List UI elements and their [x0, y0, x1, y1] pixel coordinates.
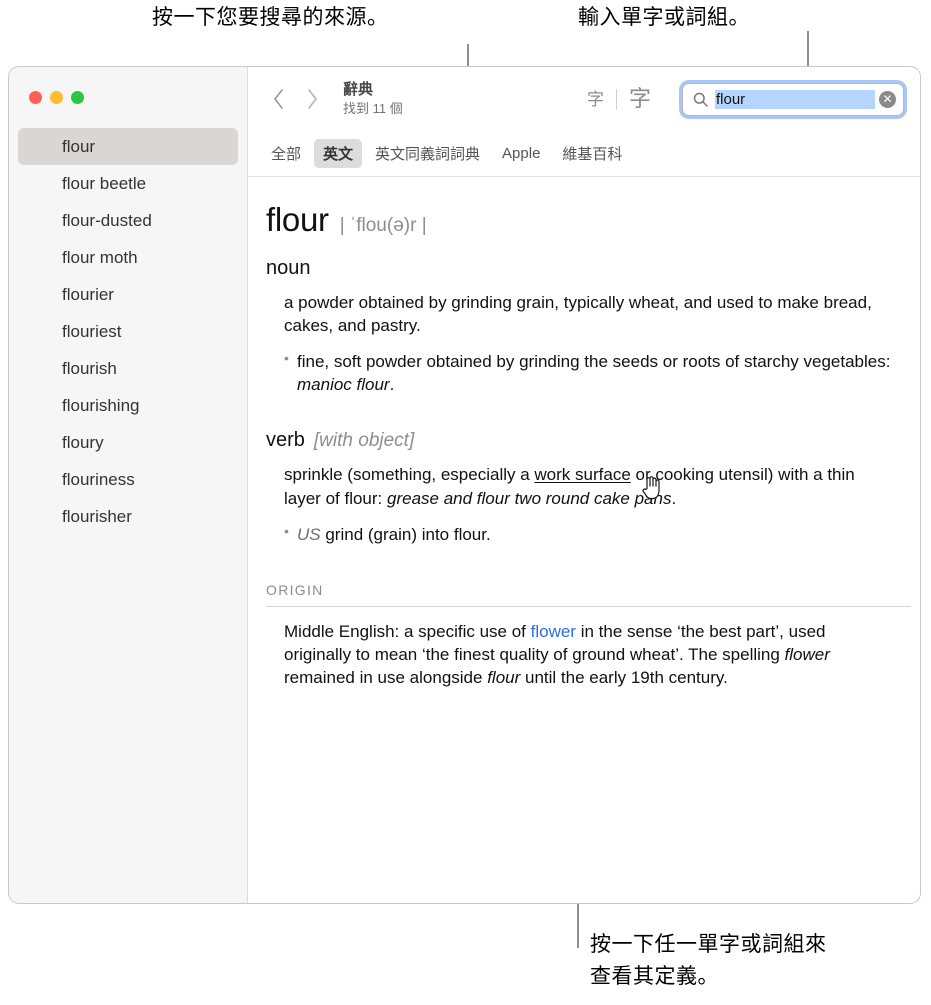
- sidebar-item-label: flourishing: [62, 395, 140, 415]
- sidebar-item-flourier[interactable]: flourier: [18, 276, 238, 313]
- decrease-font-size-button[interactable]: 字: [575, 91, 616, 108]
- callout-source-tabs-text: 按一下您要搜尋的來源。: [152, 6, 389, 29]
- origin-part3: remained in use alongside: [284, 667, 488, 687]
- origin-part4: until the early 19th century.: [520, 667, 728, 687]
- search-input[interactable]: flour: [715, 89, 875, 109]
- results-list: flour flour beetle flour-dusted flour mo…: [9, 128, 247, 535]
- entry-content: flour | ˈflou(ə)r | noun a powder obtain…: [248, 177, 920, 903]
- verb-subsense-region: US: [297, 524, 321, 544]
- callout-click-word-text: 按一下任一單字或詞組來 查看其定義。: [590, 933, 827, 988]
- search-field[interactable]: flour ✕: [682, 82, 904, 116]
- part-of-speech-noun-row: noun: [266, 257, 896, 280]
- navigation-arrows: [270, 86, 321, 112]
- origin-label: ORIGIN: [266, 581, 324, 598]
- search-icon: [693, 92, 708, 107]
- sidebar-item-label: flour moth: [62, 247, 138, 267]
- forward-button[interactable]: [304, 86, 321, 112]
- screenshot-root: 按一下您要搜尋的來源。 輸入單字或詞組。 按一下任一單字或詞組來 查看其定義。 …: [0, 0, 931, 1005]
- sidebar-item-flour-moth[interactable]: flour moth: [18, 239, 238, 276]
- toolbar: 辭典 找到 11 個 字 字 flour ✕: [248, 67, 920, 131]
- result-count: 找到 11 個: [343, 101, 403, 117]
- sidebar-item-floury[interactable]: floury: [18, 424, 238, 461]
- minimize-window-button[interactable]: [50, 91, 63, 104]
- results-sidebar: flour flour beetle flour-dusted flour mo…: [9, 67, 248, 903]
- phonetic-transcription: | ˈflou(ə)r |: [339, 215, 427, 236]
- noun-subsense-1[interactable]: fine, soft powder obtained by grinding t…: [284, 349, 896, 396]
- main-pane: 辭典 找到 11 個 字 字 flour ✕ 全部 英文 英文同義詞詞典 App…: [248, 67, 920, 903]
- part-of-speech-noun: noun: [266, 257, 311, 279]
- page-title: 辭典: [343, 81, 374, 99]
- noun-subsense-example: manioc flour: [297, 375, 390, 395]
- sidebar-item-label: flouriness: [62, 469, 135, 489]
- source-tab-bar: 全部 英文 英文同義詞詞典 Apple 維基百科: [248, 131, 920, 177]
- increase-font-size-button[interactable]: 字: [617, 88, 663, 110]
- sidebar-item-flour-beetle[interactable]: flour beetle: [18, 165, 238, 202]
- tab-all[interactable]: 全部: [262, 139, 310, 168]
- verb-sense-1[interactable]: sprinkle (something, especially a work s…: [284, 463, 896, 509]
- verb-sense-example: grease and flour two round cake pans: [387, 488, 672, 508]
- part-of-speech-verb-row: verb [with object]: [266, 429, 896, 452]
- sidebar-item-label: floury: [62, 432, 104, 452]
- tab-apple[interactable]: Apple: [493, 141, 549, 166]
- clear-search-icon[interactable]: ✕: [879, 90, 896, 108]
- verb-subsense-1[interactable]: US grind (grain) into flour.: [284, 522, 896, 546]
- verb-grammar-note: [with object]: [313, 430, 415, 452]
- close-window-button[interactable]: [29, 91, 42, 104]
- cross-reference-work-surface[interactable]: work surface: [534, 465, 630, 484]
- sidebar-item-label: flour: [62, 136, 96, 156]
- noun-subsense-text: fine, soft powder obtained by grinding t…: [297, 352, 891, 372]
- back-button[interactable]: [270, 86, 287, 112]
- sidebar-item-label: flour-dusted: [62, 210, 152, 230]
- document-title-block: 辭典 找到 11 個: [343, 81, 403, 116]
- part-of-speech-verb: verb: [266, 429, 305, 452]
- sidebar-item-flouriest[interactable]: flouriest: [18, 313, 238, 350]
- verb-sense-part1: sprinkle (something, especially a: [284, 465, 535, 485]
- verb-subsense-text: grind (grain) into flour.: [320, 524, 491, 544]
- sidebar-item-flourish[interactable]: flourish: [18, 350, 238, 387]
- headword-row: flour | ˈflou(ə)r |: [266, 201, 896, 239]
- headword: flour: [266, 201, 329, 238]
- sidebar-item-flouriness[interactable]: flouriness: [18, 461, 238, 498]
- origin-body[interactable]: Middle English: a specific use of flower…: [284, 620, 896, 689]
- window-controls: [29, 91, 84, 104]
- sidebar-item-label: flour beetle: [62, 173, 147, 193]
- sidebar-item-flourishing[interactable]: flourishing: [18, 387, 238, 424]
- origin-divider: [266, 605, 911, 607]
- verb-sense-period: .: [671, 488, 677, 508]
- sidebar-item-flour-dusted[interactable]: flour-dusted: [18, 202, 238, 239]
- sidebar-item-label: flouriest: [62, 321, 122, 341]
- origin-part1: Middle English: a specific use of: [284, 621, 531, 641]
- sidebar-item-flour[interactable]: flour: [18, 128, 238, 165]
- pointing-hand-cursor: [640, 475, 662, 501]
- origin-italic-flower: flower: [784, 644, 830, 664]
- sidebar-item-label: flourish: [62, 358, 117, 378]
- zoom-window-button[interactable]: [71, 91, 84, 104]
- cross-reference-flower[interactable]: flower: [531, 622, 576, 641]
- tab-english[interactable]: 英文: [314, 139, 363, 168]
- sidebar-item-label: flourier: [62, 284, 114, 304]
- callout-search-field-text: 輸入單字或詞組。: [578, 6, 750, 29]
- tab-wikipedia[interactable]: 維基百科: [553, 139, 631, 168]
- sidebar-item-label: flourisher: [62, 506, 132, 526]
- dictionary-window: flour flour beetle flour-dusted flour mo…: [8, 66, 921, 904]
- noun-sense-1[interactable]: a powder obtained by grinding grain, typ…: [284, 291, 896, 337]
- sidebar-item-flourisher[interactable]: flourisher: [18, 498, 238, 535]
- noun-subsense-period: .: [389, 375, 395, 395]
- origin-italic-flour: flour: [487, 667, 521, 687]
- font-size-controls: 字 字: [575, 88, 663, 110]
- tab-english-thesaurus[interactable]: 英文同義詞詞典: [366, 139, 489, 168]
